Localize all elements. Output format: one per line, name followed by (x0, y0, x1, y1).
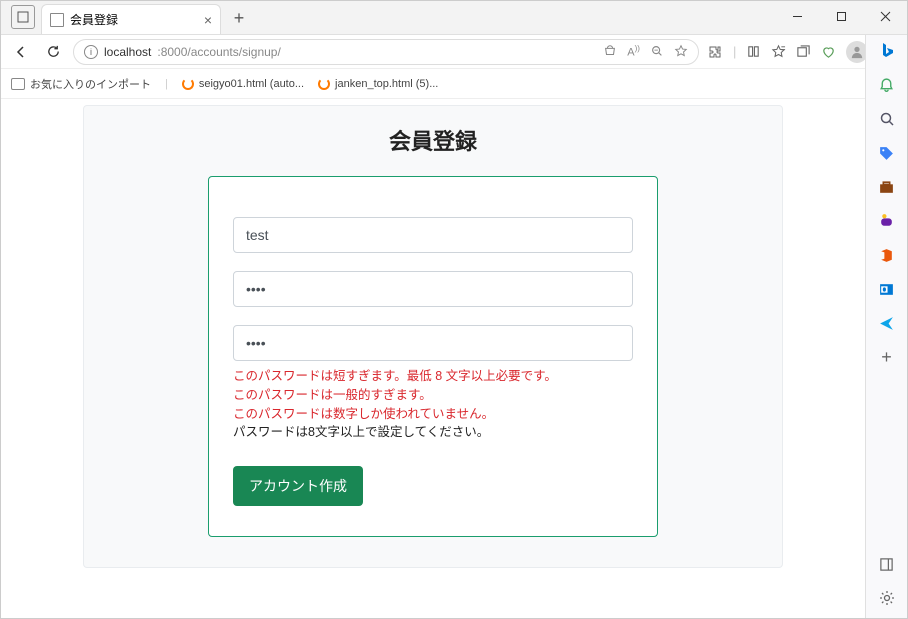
submit-button[interactable]: アカウント作成 (233, 466, 363, 506)
import-label: お気に入りのインポート (30, 76, 151, 92)
back-button[interactable] (9, 40, 33, 64)
games-icon[interactable] (877, 211, 897, 231)
edge-sidebar: + (865, 35, 907, 618)
tab-title: 会員登録 (70, 11, 118, 28)
signup-panel: 会員登録 このパスワードは短すぎます。最低 8 文字以上必要です。 このパスワー… (83, 105, 783, 568)
settings-gear-icon[interactable] (877, 588, 897, 608)
office-icon[interactable] (877, 245, 897, 265)
collections-icon[interactable] (796, 44, 811, 59)
outlook-icon[interactable] (877, 279, 897, 299)
shopping-icon[interactable] (603, 44, 617, 59)
window-controls (775, 2, 907, 30)
send-icon[interactable] (877, 313, 897, 333)
extensions-icon[interactable] (707, 44, 723, 60)
maximize-button[interactable] (819, 2, 863, 30)
new-tab-button[interactable]: + (225, 4, 253, 32)
url-path: :8000/accounts/signup/ (157, 45, 280, 59)
favorite-star-icon[interactable] (674, 44, 688, 59)
search-icon[interactable] (877, 109, 897, 129)
add-icon[interactable]: + (877, 347, 897, 367)
loading-icon (318, 78, 330, 90)
bing-icon[interactable] (877, 41, 897, 61)
url-input[interactable]: i localhost :8000/accounts/signup/ A)) (73, 39, 699, 65)
error-msg-0: このパスワードは短すぎます。最低 8 文字以上必要です。 (233, 367, 633, 386)
minimize-button[interactable] (775, 2, 819, 30)
help-text: パスワードは8文字以上で設定してください。 (233, 423, 633, 442)
close-window-button[interactable] (863, 2, 907, 30)
password1-input[interactable] (233, 271, 633, 307)
sidebar-toggle-icon[interactable] (877, 554, 897, 574)
bookmarks-bar: お気に入りのインポート | seigyo01.html (auto... jan… (1, 69, 907, 99)
bell-icon[interactable] (877, 75, 897, 95)
page-icon (50, 13, 64, 27)
password2-input[interactable] (233, 325, 633, 361)
address-bar: i localhost:8000/accounts/signup/ A)) | (1, 35, 907, 69)
health-icon[interactable] (821, 44, 836, 59)
refresh-button[interactable] (41, 40, 65, 64)
username-input[interactable] (233, 217, 633, 253)
import-icon (11, 78, 25, 90)
url-actions: A)) (603, 44, 688, 59)
error-msg-2: このパスワードは数字しか使われていません。 (233, 405, 633, 424)
page-viewport: 会員登録 このパスワードは短すぎます。最低 8 文字以上必要です。 このパスワー… (1, 99, 865, 618)
read-aloud-icon[interactable]: A)) (627, 44, 640, 59)
browser-titlebar: 会員登録 × + (1, 1, 907, 35)
bookmark-item-1[interactable]: janken_top.html (5)... (318, 78, 438, 90)
zoom-icon[interactable] (650, 44, 664, 59)
bookmark-label: janken_top.html (5)... (335, 78, 438, 90)
bookmark-label: seigyo01.html (auto... (199, 78, 304, 90)
import-favorites[interactable]: お気に入りのインポート (11, 76, 151, 92)
page-title: 会員登録 (84, 106, 782, 176)
site-info-icon[interactable]: i (84, 45, 98, 59)
error-msg-1: このパスワードは一般的すぎます。 (233, 386, 633, 405)
briefcase-icon[interactable] (877, 177, 897, 197)
url-host: localhost (104, 45, 151, 59)
browser-tab[interactable]: 会員登録 × (41, 4, 221, 34)
signup-form: このパスワードは短すぎます。最低 8 文字以上必要です。 このパスワードは一般的… (208, 176, 658, 537)
tag-icon[interactable] (877, 143, 897, 163)
favorites-icon[interactable] (771, 44, 786, 59)
tab-close-button[interactable]: × (204, 12, 212, 28)
bookmark-item-0[interactable]: seigyo01.html (auto... (182, 78, 304, 90)
loading-icon (182, 78, 194, 90)
tab-list-button[interactable] (11, 5, 35, 29)
reading-list-icon[interactable] (746, 44, 761, 59)
